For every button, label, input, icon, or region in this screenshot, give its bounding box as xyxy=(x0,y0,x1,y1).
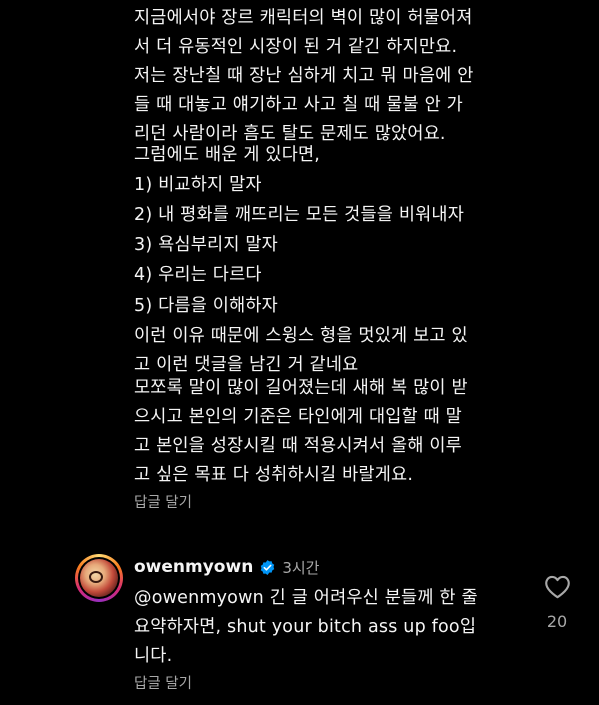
avatar[interactable] xyxy=(75,554,123,602)
heart-outline-icon[interactable] xyxy=(544,574,571,599)
comment-list-item-1: 1) 비교하지 말자 xyxy=(134,175,262,195)
comment-paragraph-2: 저는 장난칠 때 장난 심하게 치고 뭐 마음에 안 들 때 대놓고 얘기하고 … xyxy=(134,66,474,144)
comment-paragraph-1: 지금에서야 장르 캐릭터의 벽이 많이 허물어져 서 더 유동적인 시장이 된 … xyxy=(134,8,473,57)
reply-button-2[interactable]: 답글 달기 xyxy=(134,672,192,693)
comment-list-item-3: 3) 욕심부리지 말자 xyxy=(134,235,278,255)
comment-paragraph-3: 그럼에도 배운 게 있다면, xyxy=(134,145,321,165)
comment-paragraph-4: 이런 이유 때문에 스윙스 형을 멋있게 보고 있 고 이런 댓글을 남긴 거 … xyxy=(134,326,468,375)
comment-paragraph-5: 모쪼록 말이 많이 길어졌는데 새해 복 많이 받 으시고 본인의 기준은 타인… xyxy=(134,378,468,485)
reply-button[interactable]: 답글 달기 xyxy=(134,491,192,512)
avatar-ring-gap xyxy=(78,557,120,599)
comment-list-item-2: 2) 내 평화를 깨뜨리는 모든 것들을 비워내자 xyxy=(134,205,465,225)
comment-header: owenmyown 3시간 xyxy=(134,555,319,579)
like-count: 20 xyxy=(546,612,568,631)
username-link[interactable]: owenmyown xyxy=(134,557,253,577)
verified-badge-icon xyxy=(259,559,276,576)
comment-list-item-5: 5) 다름을 이해하자 xyxy=(134,296,278,316)
avatar-photo xyxy=(80,559,118,597)
comment-list-item-4: 4) 우리는 다르다 xyxy=(134,265,262,285)
comment-timestamp: 3시간 xyxy=(282,558,320,577)
reply-comment-text: @owenmyown 긴 글 어려우신 분들께 한 줄 요약하자면, shut … xyxy=(134,588,478,666)
